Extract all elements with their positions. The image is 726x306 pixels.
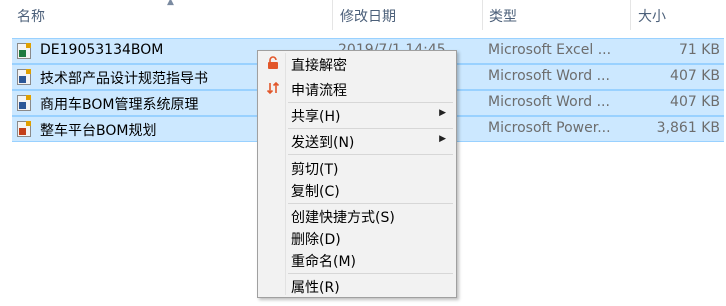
approval-flow-icon [266,81,280,95]
menu-item-create-shortcut[interactable]: 创建快捷方式(S) [260,205,454,227]
menu-item-label: 申请流程 [291,83,347,99]
file-type: Microsoft Word ... [488,94,610,110]
column-date-header[interactable]: 修改日期 [340,6,396,26]
menu-item-properties[interactable]: 属性(R) [260,275,454,297]
word-file-icon [17,95,31,111]
menu-item-label: 共享(H) [291,109,341,125]
column-type-header[interactable]: 类型 [489,6,517,26]
file-type: Microsoft Power... [488,120,611,136]
file-size: 407 KB [670,94,720,110]
menu-item-apply-flow[interactable]: 申请流程 [260,78,454,100]
menu-item-decrypt[interactable]: 直接解密 [260,53,454,75]
menu-item-share[interactable]: 共享(H) ▶ [260,104,454,126]
file-type: Microsoft Word ... [488,68,610,84]
file-name: DE19053134BOM [40,42,164,58]
menu-item-copy[interactable]: 复制(C) [260,179,454,201]
file-size: 71 KB [678,42,720,58]
file-name: 技术部产品设计规范指导书 [40,71,208,87]
submenu-arrow-icon: ▶ [439,134,446,144]
menu-separator [288,154,453,155]
menu-item-cut[interactable]: 剪切(T) [260,157,454,179]
context-menu: 直接解密 申请流程 共享(H) ▶ 发送到(N) ▶ 剪切(T) 复制(C) 创… [257,50,457,298]
excel-file-icon [17,43,31,59]
column-divider[interactable] [332,0,333,30]
unlock-icon [266,56,280,70]
menu-separator [288,203,453,204]
menu-item-label: 直接解密 [291,58,347,74]
powerpoint-file-icon [17,121,31,137]
column-name-header[interactable]: 名称 [17,6,45,26]
menu-separator [288,128,453,129]
column-divider[interactable] [630,0,631,30]
column-divider[interactable] [482,0,483,30]
menu-separator [288,273,453,274]
menu-item-label: 发送到(N) [291,135,355,151]
menu-item-label: 重命名(M) [291,254,357,270]
menu-item-label: 属性(R) [291,280,340,296]
file-size: 3,861 KB [656,120,720,136]
menu-item-label: 剪切(T) [291,162,339,178]
menu-item-label: 删除(D) [291,232,341,248]
submenu-arrow-icon: ▶ [439,108,446,118]
file-type: Microsoft Excel ... [488,42,612,58]
file-name: 整车平台BOM规划 [40,123,157,139]
menu-item-delete[interactable]: 删除(D) [260,227,454,249]
menu-item-rename[interactable]: 重命名(M) [260,249,454,271]
file-name: 商用车BOM管理系统原理 [40,97,199,113]
column-header: ▲ 名称 修改日期 类型 大小 [0,0,726,30]
menu-separator [288,102,453,103]
menu-item-label: 复制(C) [291,184,340,200]
file-size: 407 KB [670,68,720,84]
sort-ascending-icon: ▲ [167,0,174,7]
menu-item-send-to[interactable]: 发送到(N) ▶ [260,130,454,152]
column-size-header[interactable]: 大小 [638,6,666,26]
word-file-icon [17,69,31,85]
menu-item-label: 创建快捷方式(S) [291,210,395,226]
